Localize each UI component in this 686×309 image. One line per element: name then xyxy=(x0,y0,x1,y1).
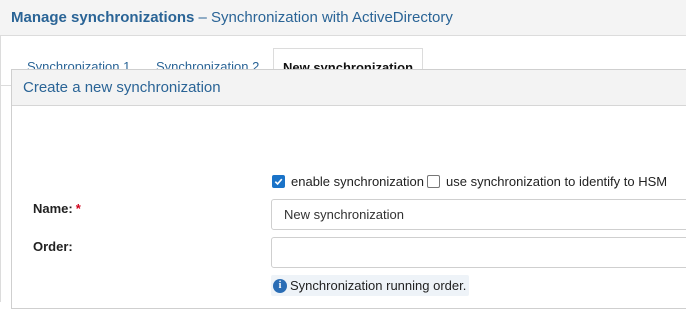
use-hsm-option[interactable]: use synchronization to identify to HSM xyxy=(427,173,667,189)
name-label: Name: * xyxy=(33,201,81,216)
panel-header: Create a new synchronization xyxy=(12,70,686,106)
required-mark: * xyxy=(75,201,81,216)
create-sync-panel: Create a new synchronization xyxy=(11,69,686,309)
use-hsm-checkbox[interactable] xyxy=(427,174,440,188)
order-label: Order: xyxy=(33,239,73,254)
page-title-sub: – Synchronization with ActiveDirectory xyxy=(194,9,453,26)
page-title-main: Manage synchronizations xyxy=(11,9,195,26)
page-header: Manage synchronizations – Synchronizatio… xyxy=(0,0,686,36)
order-input[interactable] xyxy=(271,237,686,268)
name-input[interactable] xyxy=(271,199,686,230)
enable-sync-checkbox[interactable] xyxy=(272,174,285,188)
name-label-text: Name: xyxy=(33,201,73,216)
order-help-text: Synchronization running order. xyxy=(290,278,467,293)
enable-sync-option[interactable]: enable synchronization xyxy=(272,173,424,189)
use-hsm-label: use synchronization to identify to HSM xyxy=(446,173,668,189)
checkmark-icon xyxy=(274,178,283,185)
info-icon: i xyxy=(273,278,287,293)
enable-sync-label: enable synchronization xyxy=(291,173,424,189)
panel-title: Create a new synchronization xyxy=(23,79,221,96)
page-title: Manage synchronizations – Synchronizatio… xyxy=(11,9,453,26)
order-help: i Synchronization running order. xyxy=(271,275,470,296)
